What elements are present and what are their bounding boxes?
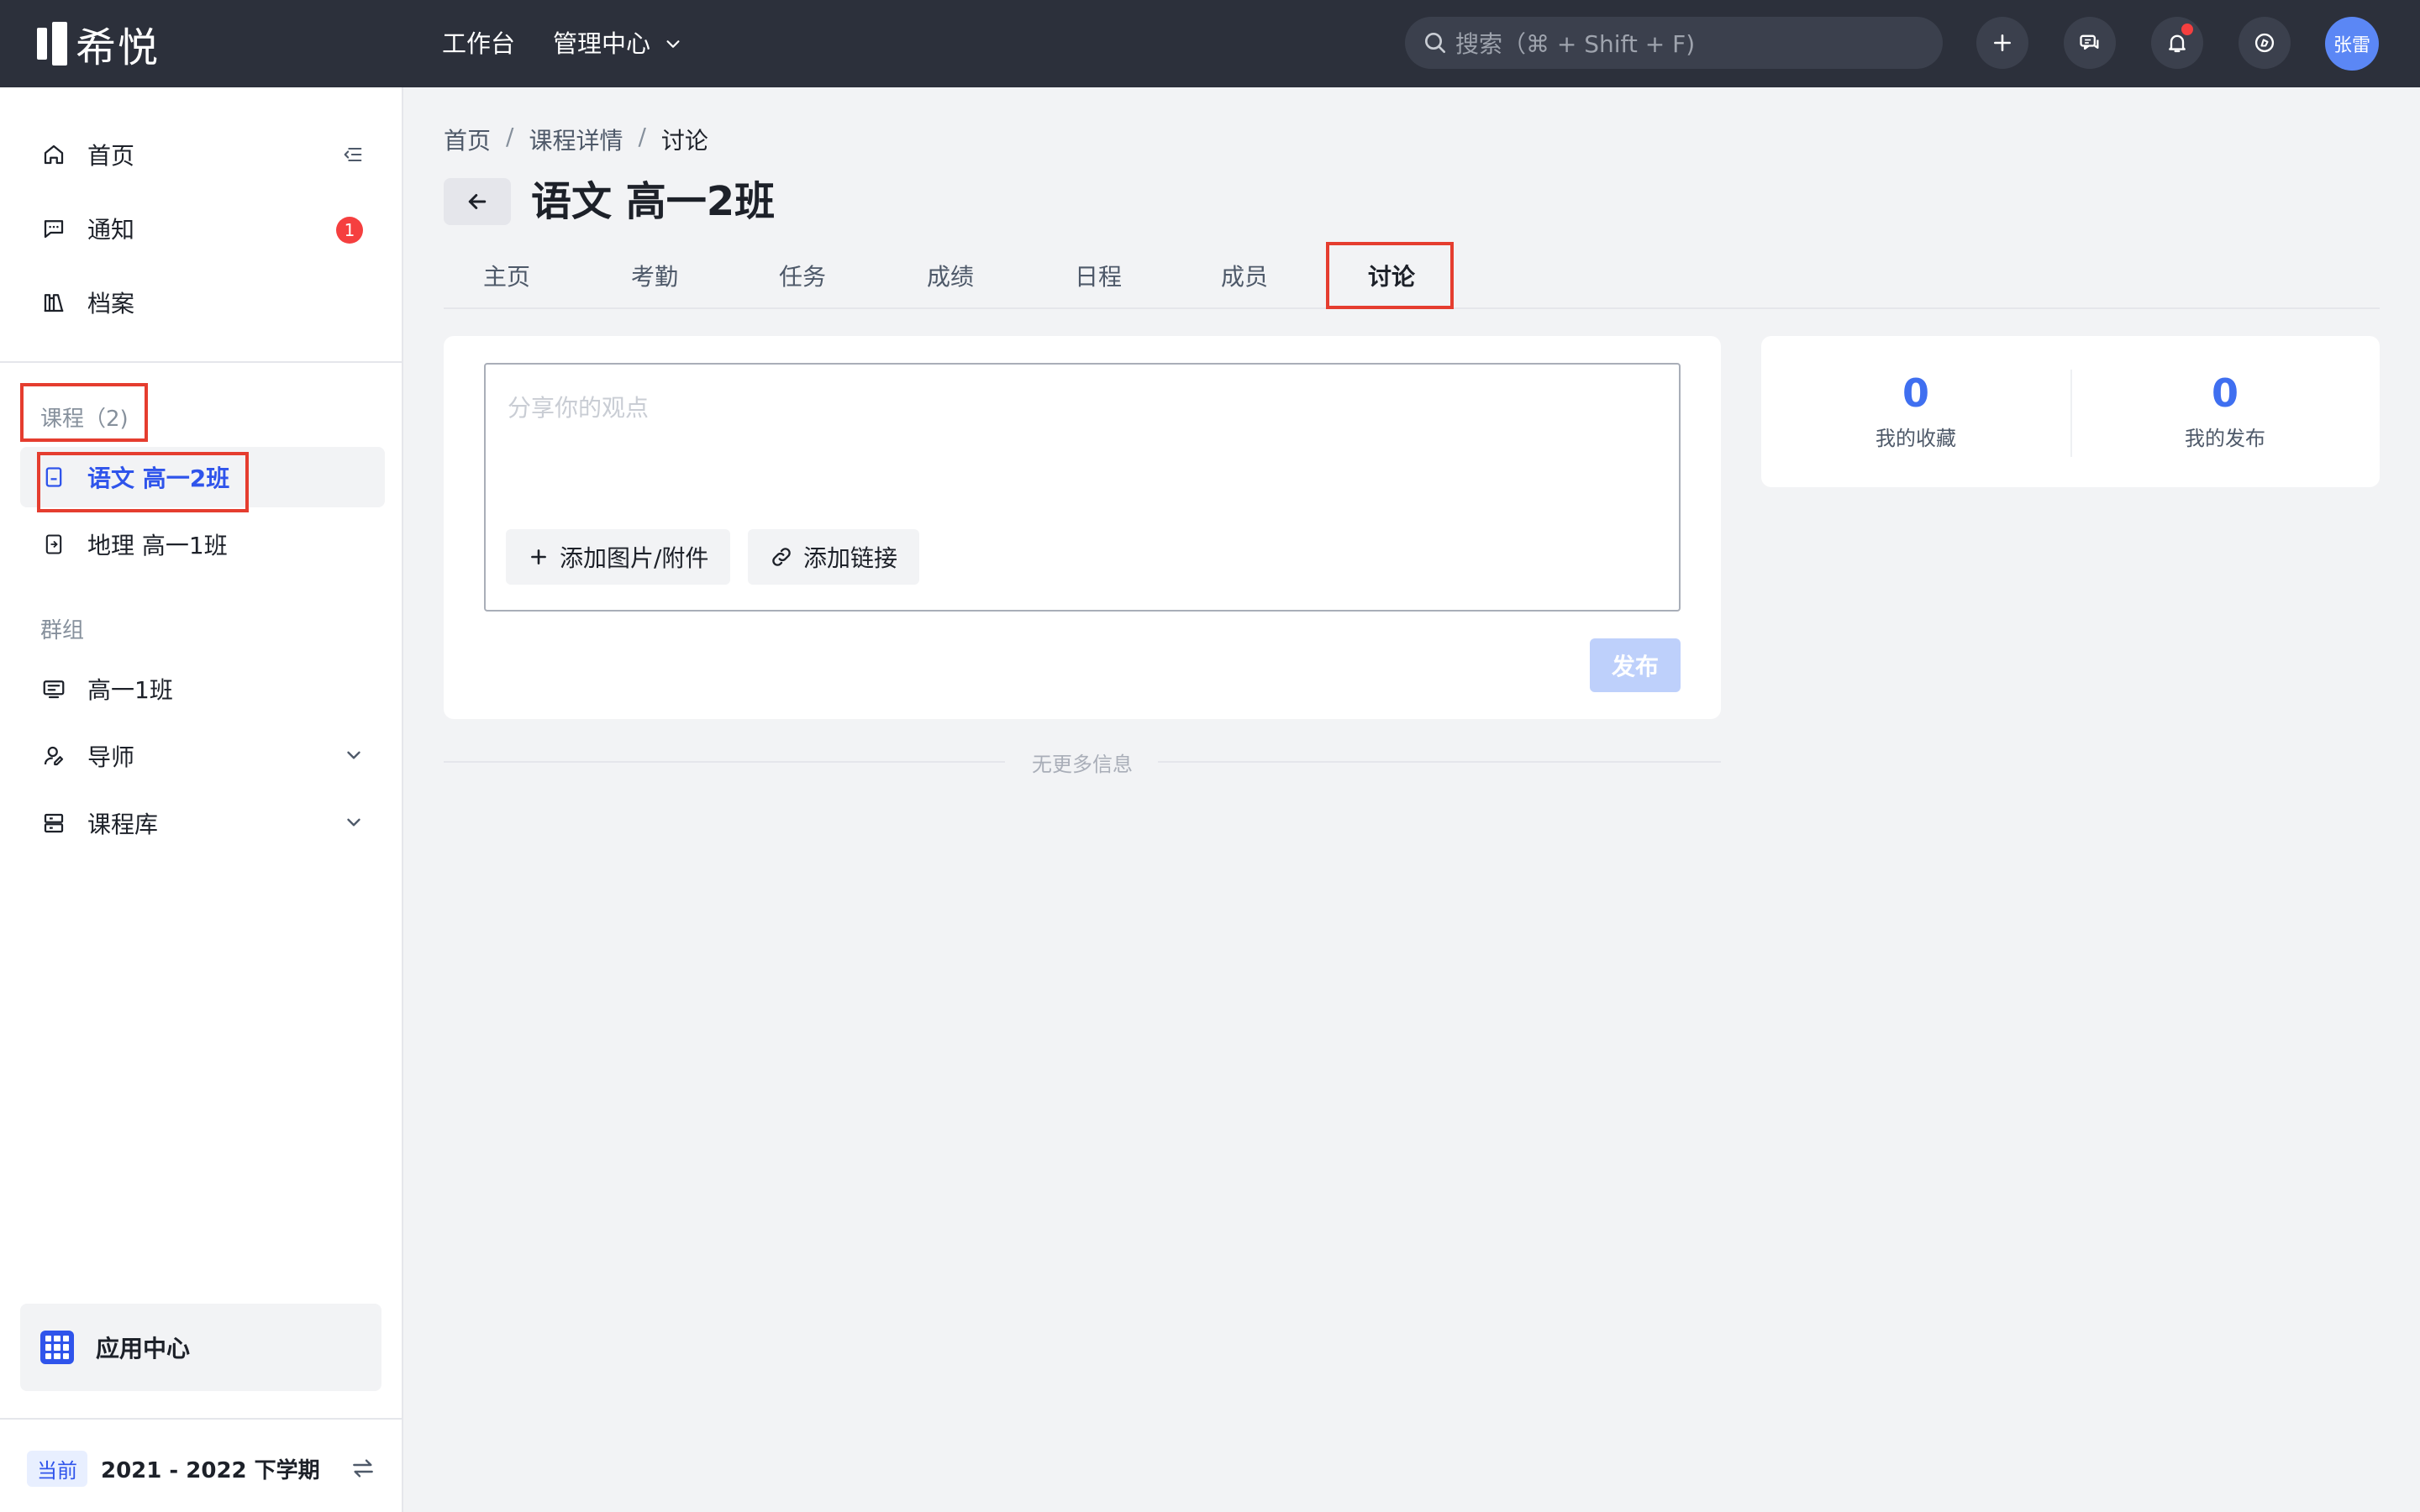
- sidebar-item-label: 档案: [87, 290, 135, 318]
- feed-end-text: 无更多信息: [1032, 753, 1133, 776]
- sidebar-item-home[interactable]: 首页: [20, 124, 385, 185]
- app-center-button[interactable]: 应用中心: [20, 1304, 381, 1391]
- nav-workbench-label: 工作台: [442, 29, 516, 58]
- tab-home[interactable]: 主页: [444, 244, 570, 307]
- back-button[interactable]: [444, 178, 511, 225]
- groups-section-label: 群组: [40, 618, 85, 643]
- course-tabs: 主页 考勤 任务 成绩 日程 成员 讨论: [444, 244, 2380, 309]
- sidebar-item-label: 语文 高一2班: [87, 465, 230, 492]
- publish-button[interactable]: 发布: [1590, 638, 1681, 692]
- compass-icon: [2253, 31, 2276, 55]
- stat-posts-label: 我的发布: [2185, 427, 2265, 450]
- notifications-button[interactable]: [2151, 17, 2203, 69]
- sidebar-item-course-chinese[interactable]: 语文 高一2班: [20, 447, 385, 507]
- tab-grades[interactable]: 成绩: [887, 244, 1013, 307]
- plus-icon: [1991, 32, 2013, 54]
- breadcrumb-course-detail[interactable]: 课程详情: [529, 123, 623, 156]
- discussion-input[interactable]: 分享你的观点 添加图片/附件 添加链接: [484, 363, 1681, 612]
- avatar[interactable]: 张雷: [2325, 17, 2379, 71]
- sidebar-item-mentor[interactable]: 导师: [20, 726, 385, 786]
- sidebar-item-label: 导师: [87, 743, 135, 771]
- user-icon: [40, 743, 67, 769]
- tab-tasks[interactable]: 任务: [739, 244, 865, 307]
- sidebar-item-label: 课程库: [87, 811, 159, 838]
- class-group-icon: [40, 675, 67, 702]
- sidebar-item-label: 首页: [87, 142, 135, 170]
- breadcrumb-current: 讨论: [660, 127, 708, 155]
- collapse-sidebar-icon[interactable]: [341, 143, 365, 166]
- arrow-left-icon: [465, 189, 490, 214]
- courses-section-label: 课程（2): [40, 407, 129, 432]
- app-logo[interactable]: 希悦: [37, 20, 160, 71]
- course-book-icon: [40, 464, 67, 491]
- page-title: 语文 高一2班: [531, 178, 776, 225]
- stat-favorites-value: 0: [1902, 370, 1929, 416]
- explore-button[interactable]: [2238, 17, 2291, 69]
- sidebar-item-label: 通知: [87, 216, 135, 244]
- search-placeholder: 搜索（⌘ + Shift + F): [1455, 30, 1696, 58]
- chat-icon: [2078, 31, 2102, 55]
- sidebar-item-label: 高一1班: [87, 676, 173, 704]
- plus-icon: [528, 546, 550, 568]
- tab-schedule[interactable]: 日程: [1035, 244, 1161, 307]
- breadcrumb: 首页 / 课程详情 / 讨论: [444, 123, 708, 156]
- sidebar-item-course-geography[interactable]: 地理 高一1班: [20, 514, 385, 575]
- sidebar-item-group-class[interactable]: 高一1班: [20, 659, 385, 719]
- sidebar-item-course-library[interactable]: 课程库: [20, 793, 385, 853]
- notification-dot: [2181, 24, 2193, 35]
- sidebar: 首页 通知 1 档案 课程（2) 语文 高一2班 地理 高一1班 群组 高一1班…: [0, 87, 403, 1512]
- search-icon: [1422, 29, 1455, 56]
- breadcrumb-home[interactable]: 首页: [444, 123, 491, 156]
- term-selector: 当前 2021 - 2022 下学期: [27, 1445, 380, 1492]
- term-label: 2021 - 2022 下学期: [101, 1457, 320, 1483]
- top-bar: 希悦 工作台 管理中心 搜索（⌘ + Shift + F) 张雷: [0, 0, 2420, 87]
- stat-posts[interactable]: 0 我的发布: [2074, 370, 2376, 451]
- sidebar-divider: [0, 361, 402, 363]
- tab-discussion[interactable]: 讨论: [1328, 244, 1455, 307]
- tab-attendance[interactable]: 考勤: [592, 244, 718, 307]
- breadcrumb-separator: /: [638, 123, 646, 150]
- course-book-icon: [40, 531, 67, 558]
- sidebar-item-label: 地理 高一1班: [87, 532, 228, 559]
- messages-button[interactable]: [2064, 17, 2116, 69]
- stat-favorites-label: 我的收藏: [1876, 427, 1956, 450]
- home-icon: [40, 141, 67, 168]
- add-link-label: 添加链接: [803, 544, 898, 572]
- breadcrumb-separator: /: [506, 123, 514, 150]
- notification-count-badge: 1: [336, 217, 363, 244]
- stat-favorites[interactable]: 0 我的收藏: [1765, 370, 2067, 451]
- logo-mark-icon: [37, 22, 67, 66]
- stats-divider: [2070, 370, 2072, 457]
- nav-admin-center[interactable]: 管理中心: [553, 25, 682, 62]
- apps-grid-icon: [40, 1331, 74, 1364]
- nav-admin-center-label: 管理中心: [553, 29, 651, 58]
- composer-placeholder: 分享你的观点: [508, 394, 650, 422]
- sidebar-item-archive[interactable]: 档案: [20, 272, 385, 333]
- add-attachment-label: 添加图片/附件: [560, 544, 709, 572]
- feed-end: 无更多信息: [444, 744, 1721, 778]
- chevron-down-icon[interactable]: [343, 811, 365, 833]
- archive-icon: [40, 289, 67, 316]
- sidebar-divider: [0, 1418, 402, 1420]
- stat-posts-value: 0: [2211, 370, 2238, 416]
- tab-members[interactable]: 成员: [1181, 244, 1307, 307]
- message-icon: [40, 215, 67, 242]
- search-input[interactable]: 搜索（⌘ + Shift + F): [1405, 17, 1943, 69]
- app-center-label: 应用中心: [96, 1335, 191, 1362]
- add-attachment-button[interactable]: 添加图片/附件: [506, 529, 731, 585]
- chevron-down-icon[interactable]: [343, 744, 365, 766]
- current-term-tag: 当前: [27, 1450, 87, 1487]
- create-button[interactable]: [1976, 17, 2028, 69]
- nav-workbench[interactable]: 工作台: [442, 25, 515, 62]
- add-link-button[interactable]: 添加链接: [748, 529, 920, 585]
- sidebar-item-notifications[interactable]: 通知 1: [20, 198, 385, 259]
- library-icon: [40, 810, 67, 837]
- link-icon: [770, 545, 793, 569]
- logo-text: 希悦: [76, 24, 160, 71]
- chevron-down-icon: [664, 34, 682, 53]
- swap-icon[interactable]: [350, 1455, 376, 1482]
